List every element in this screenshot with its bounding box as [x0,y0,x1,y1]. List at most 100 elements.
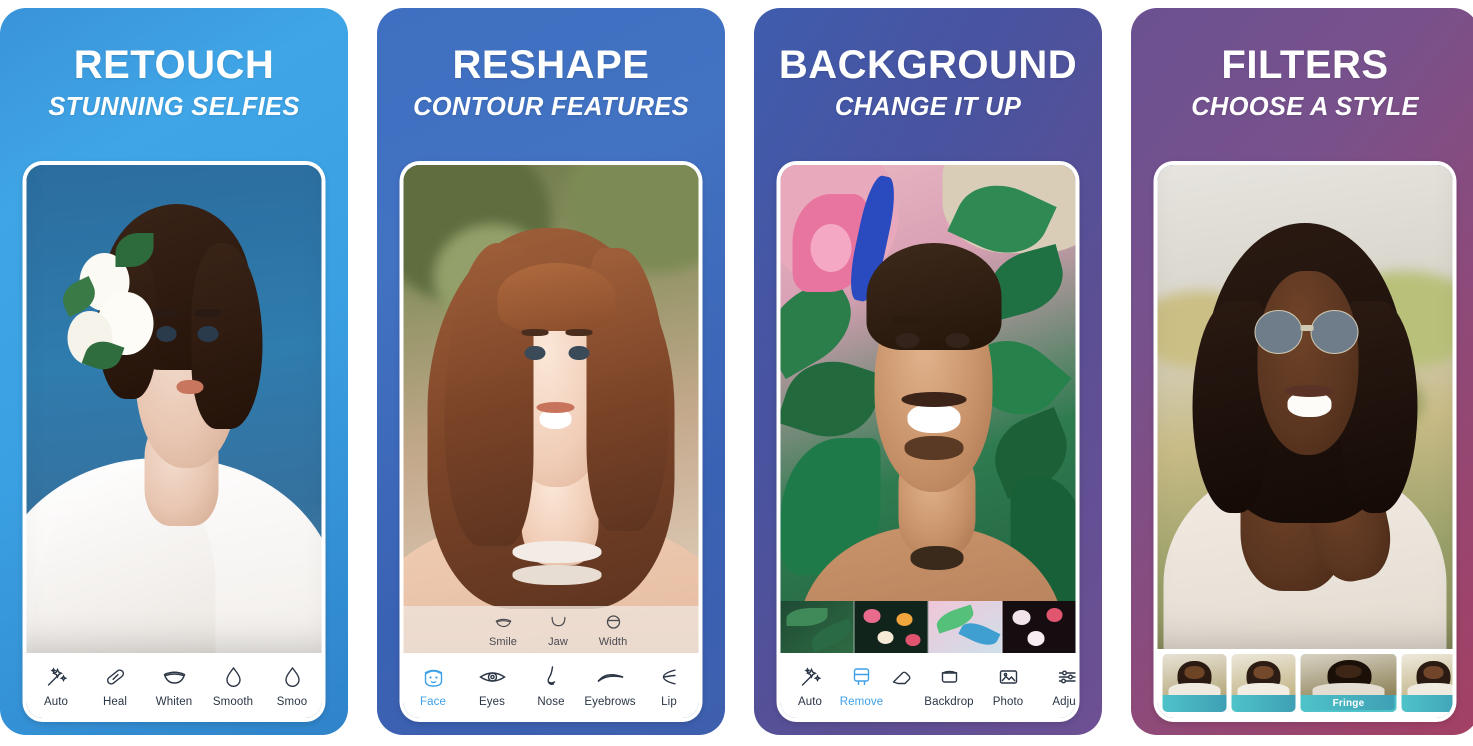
tool-label: Eyebrows [584,696,636,708]
reshape-toolbar[interactable]: Face Eyes Nose Eyebrows Lip [403,653,699,718]
tool-eyebrows[interactable]: Eyebrows [581,662,640,710]
sliders-icon [1038,662,1076,692]
tool-label: Nose [537,696,565,708]
phone-screen-retouch: Auto Heal Whiten Smooth Smoo [26,165,322,718]
filter-label [1401,695,1453,712]
tool-adjust[interactable]: Adjus [1038,662,1076,710]
filter-item[interactable] [1162,654,1227,712]
filter-label: Fringe [1300,695,1397,712]
droplet-icon [263,662,322,692]
tool-smooth[interactable]: Smooth [204,662,263,710]
tool-label: Eyes [479,696,505,708]
panel-reshape: RESHAPE CONTOUR FEATURES Smile Jaw Width… [377,8,725,735]
phone-mockup-reshape: Smile Jaw Width Face Eyes Nose Eyebrows … [399,161,703,722]
filter-thumbnail [1231,654,1296,695]
subtool-label: Smile [488,636,517,648]
photo-woman-sunglasses [1157,165,1453,649]
panel-filters-headings: FILTERS CHOOSE A STYLE [1131,8,1473,122]
subtool-jaw[interactable]: Jaw [531,611,586,650]
panel-retouch: RETOUCH STUNNING SELFIES Auto Heal White… [0,8,348,735]
filter-item-selected[interactable]: Fringe [1300,654,1397,712]
panel-reshape-headline: RESHAPE [452,43,650,87]
backdrop-thumbnail-strip[interactable] [780,601,1076,653]
tool-whiten[interactable]: Whiten [145,662,204,710]
filter-item[interactable] [1401,654,1453,712]
phone-mockup-filters: Fringe [1153,161,1457,722]
bandage-icon [86,662,145,692]
panel-filters-subline: CHOOSE A STYLE [1191,93,1419,121]
tool-photo[interactable]: Photo [979,662,1038,710]
phone-mockup-retouch: Auto Heal Whiten Smooth Smoo [22,161,326,722]
subtool-width[interactable]: Width [586,611,641,650]
filter-label [1162,695,1227,712]
panel-background-headline: BACKGROUND [778,43,1078,87]
tool-eyes[interactable]: Eyes [463,662,522,710]
retouch-toolbar[interactable]: Auto Heal Whiten Smooth Smoo [26,653,322,718]
backdrop-thumb[interactable] [854,601,929,653]
tool-label: Backdrop [924,696,974,708]
stamp-icon [840,662,884,692]
panel-reshape-headings: RESHAPE CONTOUR FEATURES [377,8,725,122]
nose-icon [522,662,581,692]
subtool-label: Width [598,636,628,648]
photo-man-tropical-backdrop [780,165,1076,653]
photo-icon [979,662,1038,692]
reshape-sub-toolbar[interactable]: Smile Jaw Width [403,606,699,653]
tool-label: Photo [992,696,1024,708]
filter-label [1231,695,1296,712]
smile-mouth-icon [476,611,531,632]
panel-background-headings: BACKGROUND CHANGE IT UP [754,8,1102,122]
tool-auto[interactable]: Auto [781,662,840,710]
lips-icon [640,662,699,692]
tool-eraser[interactable] [884,662,920,692]
photo-woman-flower-crown [26,165,322,653]
phone-screen-background: Auto Remove Backdrop Photo Adju [780,165,1076,718]
panel-background: BACKGROUND CHANGE IT UP Auto Remove Back… [754,8,1102,735]
panel-background-subline: CHANGE IT UP [834,93,1022,121]
tool-heal[interactable]: Heal [86,662,145,710]
panel-filters: FILTERS CHOOSE A STYLE Fringe [1131,8,1473,735]
phone-mockup-background: Auto Remove Backdrop Photo Adju [776,161,1080,722]
filter-strip[interactable]: Fringe [1157,649,1453,718]
tool-label: Auto [797,696,823,708]
jaw-curve-icon [531,611,586,632]
photo-woman-auburn-hair: Smile Jaw Width [403,165,699,653]
backdrop-thumb[interactable] [1002,601,1076,653]
eraser-icon [884,662,920,692]
eyebrow-icon [581,662,640,692]
phone-screen-filters: Fringe [1157,165,1453,718]
tool-label: Remove [839,696,884,708]
phone-screen-reshape: Smile Jaw Width Face Eyes Nose Eyebrows … [403,165,699,718]
tool-label: Smooth [212,696,254,708]
background-toolbar[interactable]: Auto Remove Backdrop Photo Adju [780,653,1076,718]
tool-lips[interactable]: Lip [640,662,699,710]
tool-smooth-overflow[interactable]: Smoo [263,662,322,710]
magic-wand-icon [27,662,86,692]
backdrop-thumb[interactable] [780,601,855,653]
filter-thumbnail [1401,654,1453,695]
tool-label: Heal [102,696,128,708]
tool-label: Auto [43,696,69,708]
screenshot-gallery: RETOUCH STUNNING SELFIES Auto Heal White… [0,0,1473,746]
panel-retouch-headings: RETOUCH STUNNING SELFIES [0,8,348,122]
tool-label: Adjus [1052,696,1076,708]
tool-face[interactable]: Face [404,662,463,710]
filter-thumbnail [1162,654,1227,695]
panel-retouch-headline: RETOUCH [73,43,275,87]
subtool-smile[interactable]: Smile [476,611,531,650]
tool-backdrop[interactable]: Backdrop [920,662,979,710]
tool-nose[interactable]: Nose [522,662,581,710]
magic-wand-icon [781,662,840,692]
tool-auto[interactable]: Auto [27,662,86,710]
teeth-icon [145,662,204,692]
tool-label: Whiten [155,696,193,708]
panel-reshape-subline: CONTOUR FEATURES [413,93,689,121]
filter-thumbnail [1300,654,1397,695]
tool-remove[interactable]: Remove [840,662,884,710]
face-width-icon [586,611,641,632]
face-icon [404,662,463,692]
backdrop-thumb[interactable] [928,601,1003,653]
tool-label: Lip [661,696,677,708]
backdrop-icon [920,662,979,692]
filter-item[interactable] [1231,654,1296,712]
